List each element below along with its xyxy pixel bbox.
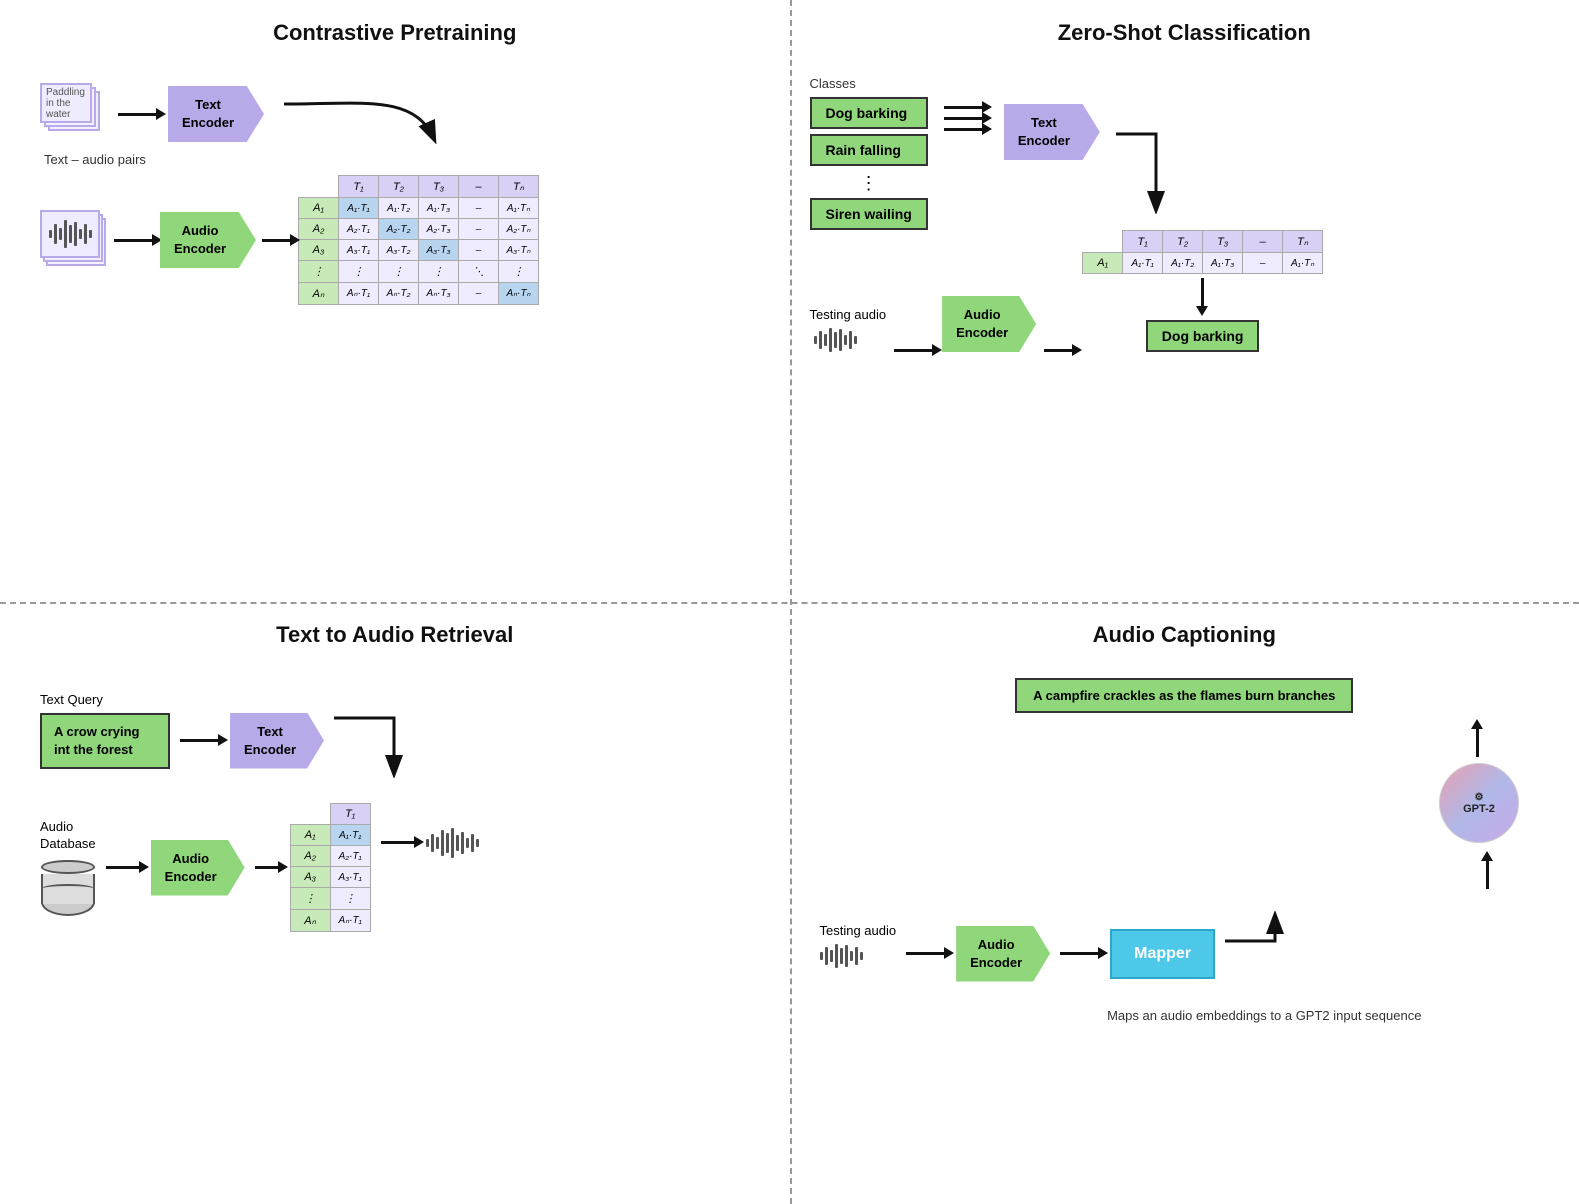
q4-arrow-gpt2-to-caption — [1476, 727, 1479, 757]
q4-audio-encoder-block: AudioEncoder — [956, 926, 1050, 982]
q4-testing-audio-waveform — [820, 944, 897, 968]
q4-description: Maps an audio embeddings to a GPT2 input… — [970, 1006, 1560, 1027]
q3-result-waveform — [426, 828, 479, 858]
classes-label: Classes — [810, 76, 928, 91]
database-icon — [41, 860, 95, 916]
q3-arrow-text-encoder-to-matrix — [334, 698, 484, 778]
stacked-pages-icon: Paddling in the water — [40, 83, 108, 137]
gpt2-label: GPT-2 — [1463, 803, 1495, 815]
q2-text-encoder-label: TextEncoder — [1018, 115, 1070, 148]
arrow-audio-to-encoder — [114, 239, 154, 242]
text-audio-pairs-label: Text – audio pairs — [44, 152, 760, 167]
q4-arrow-encoder-to-mapper — [1060, 952, 1100, 955]
q4-arrow-mapper-to-gpt2-curve — [1225, 911, 1325, 991]
mapper-block: Mapper — [1110, 929, 1215, 979]
q2-title: Zero-Shot Classification — [810, 20, 1560, 46]
q3-retrieval-matrix: T₁ A₁ A₁·T₁ A₂ A₂·T₁ A₃ A₃·T₁ — [290, 803, 371, 932]
q3-text-encoder-block: TextEncoder — [230, 713, 324, 769]
audio-encoder-label: AudioEncoder — [174, 223, 226, 256]
q4-testing-audio-label: Testing audio — [820, 923, 897, 938]
class-rain-falling: Rain falling — [810, 134, 928, 166]
text-input-label: Paddling in the water — [46, 87, 86, 120]
q2-arrow-encoder-to-matrix2 — [1044, 349, 1074, 352]
q2-similarity-matrix: T₁ T₂ T₃ – Tₙ A₁ A₁·T₁ A₁·T₂ A₁·T₃ – A₁·… — [1082, 230, 1323, 352]
text-encoder-block: TextEncoder — [168, 86, 264, 142]
arrow-text-to-matrix — [284, 84, 444, 144]
audio-pages-icon — [40, 210, 108, 270]
q2-arrow-encoder-to-matrix — [1116, 114, 1236, 214]
q4-caption-output: A campfire crackles as the flames burn b… — [1015, 678, 1353, 713]
q3-text-query-label: Text Query — [40, 692, 170, 707]
q4-arrow-mapper-to-gpt2 — [1486, 859, 1489, 889]
q3-title: Text to Audio Retrieval — [30, 622, 760, 648]
q3-arrow-matrix-to-result — [381, 841, 416, 844]
q2-text-encoder-block: TextEncoder — [1004, 104, 1100, 160]
similarity-matrix: T₁ T₂ T₃ – Tₙ A₁ A₁·T₁ A₁·T₂ A₁·T₃ – A₁·… — [298, 175, 539, 305]
class-dog-barking: Dog barking — [810, 97, 928, 129]
q3-arrow-encoder-to-matrix — [255, 866, 280, 869]
q2-audio-encoder-block: AudioEncoder — [942, 296, 1036, 352]
q1-title: Contrastive Pretraining — [30, 20, 760, 46]
q2-testing-audio-label: Testing audio — [810, 307, 887, 322]
q2-audio-encoder-label: AudioEncoder — [956, 307, 1008, 340]
q3-text-encoder-label: TextEncoder — [244, 724, 296, 757]
q4-arrow-audio-to-encoder — [906, 952, 946, 955]
class-siren-wailing: Siren wailing — [810, 198, 928, 230]
q3-audio-encoder-label: AudioEncoder — [165, 851, 217, 884]
q3-arrow-db-to-encoder — [106, 866, 141, 869]
q2-testing-audio-waveform — [814, 328, 887, 352]
q3-text-query: A crow crying int the forest — [40, 713, 170, 769]
mapper-label: Mapper — [1134, 945, 1191, 962]
q4-audio-encoder-label: AudioEncoder — [970, 937, 1022, 970]
q2-arrow-audio-to-encoder — [894, 349, 934, 352]
text-encoder-label: TextEncoder — [182, 97, 234, 130]
q2-result-label: Dog barking — [1146, 320, 1260, 352]
arrow-encoder-to-matrix — [262, 239, 292, 242]
q4-title: Audio Captioning — [810, 622, 1560, 648]
q3-audio-database-label: AudioDatabase — [40, 819, 96, 853]
gpt2-icon: ⚙ GPT-2 — [1439, 763, 1519, 843]
classes-ellipsis: ⋮ — [810, 173, 928, 194]
q3-audio-encoder-block: AudioEncoder — [151, 840, 245, 896]
audio-encoder-block: AudioEncoder — [160, 212, 256, 268]
q3-arrow-query-to-encoder — [180, 739, 220, 742]
arrow-text-to-encoder — [118, 113, 158, 116]
